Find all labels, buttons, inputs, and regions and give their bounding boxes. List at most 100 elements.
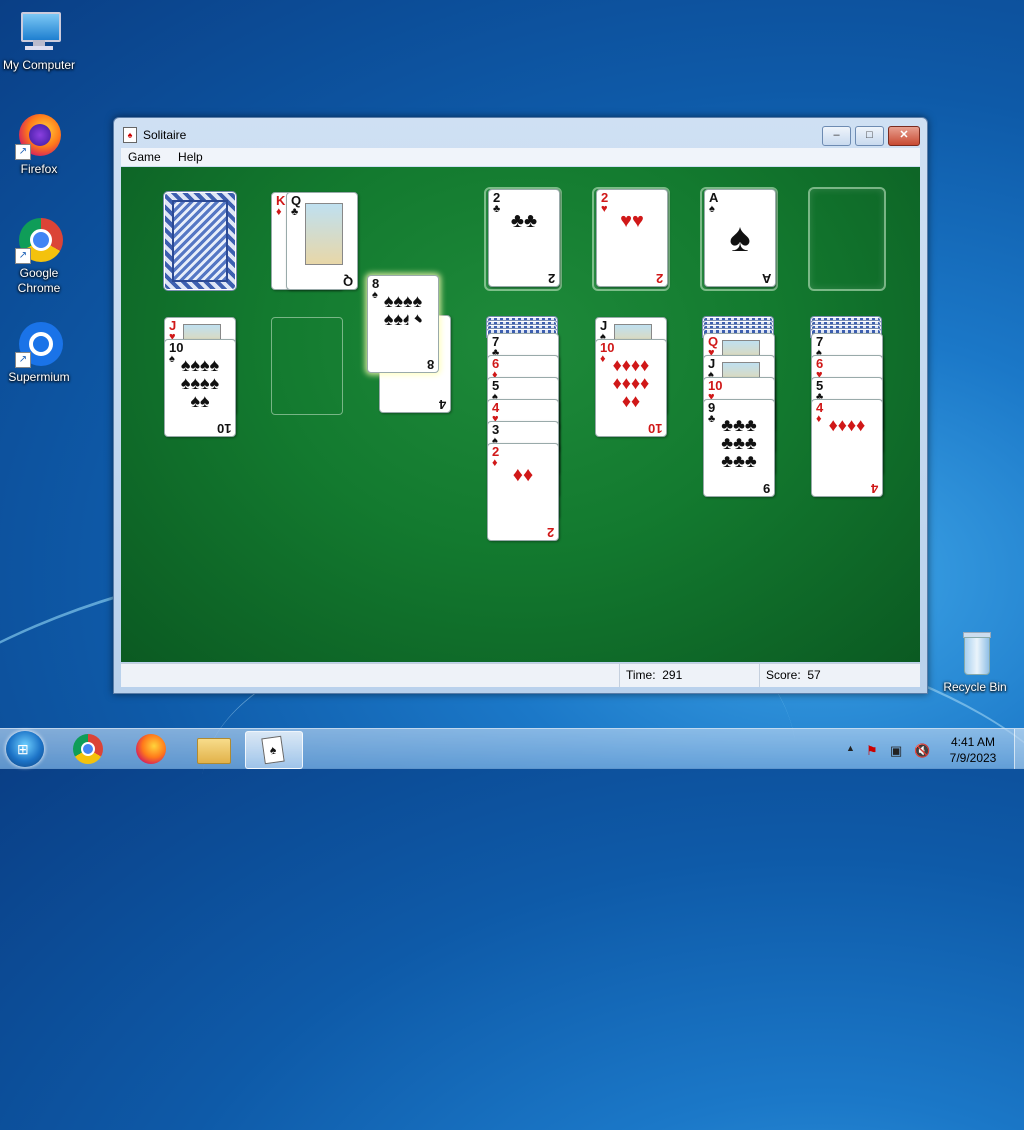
recycle-bin-icon — [951, 630, 999, 678]
minimize-button[interactable]: – — [822, 126, 851, 146]
window-title: Solitaire — [143, 128, 187, 142]
taskbar: ⊞ ♠ ▲ ⚑ ▣ 🔇 4:41 AM 7/9/2023 — [0, 728, 1024, 769]
card-rank-bottom: 9 — [762, 481, 770, 496]
volume-muted-icon[interactable]: 🔇 — [914, 743, 930, 759]
card-pips: ♣♣ — [510, 210, 538, 232]
action-center-flag-icon[interactable]: ⚑ — [866, 743, 878, 759]
score-display: Score: 57 — [759, 664, 916, 687]
card-suit: ♠ — [372, 289, 378, 301]
chrome-icon — [73, 734, 103, 764]
status-bar: Time: 291 Score: 57 — [121, 663, 920, 687]
desktop-icon-label: Firefox — [20, 162, 58, 176]
supermium-icon: ↗ — [15, 320, 63, 368]
score-label: Score: — [766, 668, 801, 682]
tableau-card[interactable]: 10 ♠ 10 ♠♠♠♠♠♠♠♠♠♠ — [164, 339, 236, 437]
explorer-icon — [197, 738, 231, 764]
card-rank-bottom: A — [761, 271, 771, 286]
card-pips: ♣♣♣♣♣♣♣♣♣ — [721, 415, 757, 471]
desktop-icon-label: Supermium — [8, 370, 70, 384]
time-value: 291 — [662, 668, 683, 682]
card-rank-bottom: 8 — [426, 357, 434, 372]
chrome-icon: ↗ — [15, 216, 63, 264]
show-hidden-icons[interactable]: ▲ — [846, 743, 855, 753]
computer-icon — [15, 8, 63, 56]
start-button[interactable]: ⊞ — [6, 731, 44, 767]
time-display: Time: 291 — [619, 664, 756, 687]
card-suit: ♣ — [708, 413, 716, 425]
dragged-card[interactable]: 8 ♠ 8 ♠♠♠♠♠♠♠♠ — [367, 275, 439, 373]
desktop-icon-supermium[interactable]: ↗ Supermium — [0, 320, 78, 385]
solitaire-app-icon: ♠ — [123, 127, 137, 143]
card-rank-bottom: 10 — [216, 421, 231, 436]
taskbar-chrome[interactable] — [60, 731, 116, 767]
card-suit: ♦ — [492, 457, 498, 469]
foundation-card[interactable]: 2 ♣ 2 ♣♣ — [488, 189, 560, 287]
desktop-icon-label: My Computer — [2, 58, 76, 72]
stock-pile[interactable] — [164, 192, 236, 290]
solitaire-window: ♠ Solitaire – □ ✕ Game Help K ♦ Q ♣ Q 2 ♣ 2 ♣♣ 2 ♥… — [113, 117, 928, 694]
card-pips: ♦♦ — [512, 464, 534, 486]
card-suit: ♣ — [291, 206, 299, 218]
taskbar-firefox[interactable] — [123, 731, 179, 767]
desktop-icon-label: Google Chrome — [17, 266, 61, 295]
card-suit: ♦ — [276, 206, 282, 218]
shortcut-arrow-icon: ↗ — [15, 144, 31, 160]
card-center-suit: ♠ — [729, 216, 751, 260]
maximize-button[interactable]: □ — [855, 126, 884, 146]
close-button[interactable]: ✕ — [888, 126, 920, 146]
waste-card[interactable]: Q ♣ Q — [286, 192, 358, 290]
face-card-art — [305, 203, 343, 265]
card-suit: ♦ — [600, 353, 606, 365]
card-suit: ♦ — [816, 413, 822, 425]
tableau-card[interactable]: 9 ♣ 9 ♣♣♣♣♣♣♣♣♣ — [703, 399, 775, 497]
card-pips: ♦♦♦♦ — [828, 415, 866, 435]
desktop-icon-my-computer[interactable]: My Computer — [0, 8, 78, 73]
title-bar[interactable]: ♠ Solitaire – □ ✕ — [114, 118, 927, 148]
tableau-card[interactable]: 10 ♦ 10 ♦♦♦♦♦♦♦♦♦♦ — [595, 339, 667, 437]
menu-bar: Game Help — [121, 148, 920, 166]
taskbar-explorer[interactable] — [185, 731, 241, 767]
shortcut-arrow-icon: ↗ — [15, 248, 31, 264]
system-clock[interactable]: 4:41 AM 7/9/2023 — [936, 734, 1010, 766]
card-pips: ♥♥ — [620, 210, 644, 232]
clock-time: 4:41 AM — [950, 735, 996, 749]
network-icon[interactable]: ▣ — [890, 743, 902, 759]
card-rank-bottom: 2 — [655, 271, 663, 286]
menu-game[interactable]: Game — [121, 148, 168, 166]
card-suit: ♥ — [601, 203, 608, 215]
desktop-icon-recycle-bin[interactable]: Recycle Bin — [936, 630, 1014, 695]
firefox-icon — [136, 734, 166, 764]
card-pips: ♦♦♦♦♦♦♦♦♦♦ — [612, 355, 650, 411]
game-felt: K ♦ Q ♣ Q 2 ♣ 2 ♣♣ 2 ♥ 2 ♥♥ A ♠ A ♠ J ♥ 10 ♠ 10 ♠♠♠♠♠♠♠♠♠♠ 7 ♣ 6 ♦… — [121, 167, 920, 662]
card-rank-bottom: 10 — [647, 421, 662, 436]
card-rank-bottom: 2 — [547, 271, 555, 286]
card-suit: ♠ — [169, 353, 175, 365]
clock-date: 7/9/2023 — [949, 751, 997, 765]
tableau-card[interactable]: 2 ♦ 2 ♦♦ — [487, 443, 559, 541]
card-suit: ♣ — [493, 203, 501, 215]
desktop-icon-firefox[interactable]: ↗ Firefox — [0, 112, 78, 177]
card-back-pattern — [172, 200, 228, 282]
foundation-card[interactable]: 2 ♥ 2 ♥♥ — [596, 189, 668, 287]
time-label: Time: — [626, 668, 656, 682]
card-pips: ♠♠♠♠♠♠♠♠♠♠ — [180, 355, 220, 411]
shortcut-arrow-icon: ↗ — [15, 352, 31, 368]
card-rank-bottom: 4 — [870, 481, 878, 496]
solitaire-icon: ♠ — [261, 735, 285, 765]
show-desktop-button[interactable] — [1014, 729, 1024, 769]
menu-help[interactable]: Help — [171, 148, 210, 166]
taskbar-solitaire[interactable]: ♠ — [245, 731, 303, 769]
desktop-icon-label: Recycle Bin — [943, 680, 1007, 694]
card-rank-bottom: 2 — [546, 525, 554, 540]
score-value: 57 — [807, 668, 821, 682]
card-rank-bottom: Q — [342, 274, 353, 289]
foundation-slot-4[interactable] — [808, 187, 886, 291]
card-suit: ♠ — [709, 203, 715, 215]
windows-logo-icon: ⊞ — [17, 741, 29, 757]
desktop-icon-google-chrome[interactable]: ↗ Google Chrome — [0, 216, 78, 296]
empty-tableau-slot[interactable] — [271, 317, 343, 415]
tableau-card[interactable]: 4 ♦ 4 ♦♦♦♦ — [811, 399, 883, 497]
foundation-card[interactable]: A ♠ A ♠ — [704, 189, 776, 287]
card-rank-bottom: 4 — [438, 397, 446, 412]
firefox-icon: ↗ — [15, 112, 63, 160]
